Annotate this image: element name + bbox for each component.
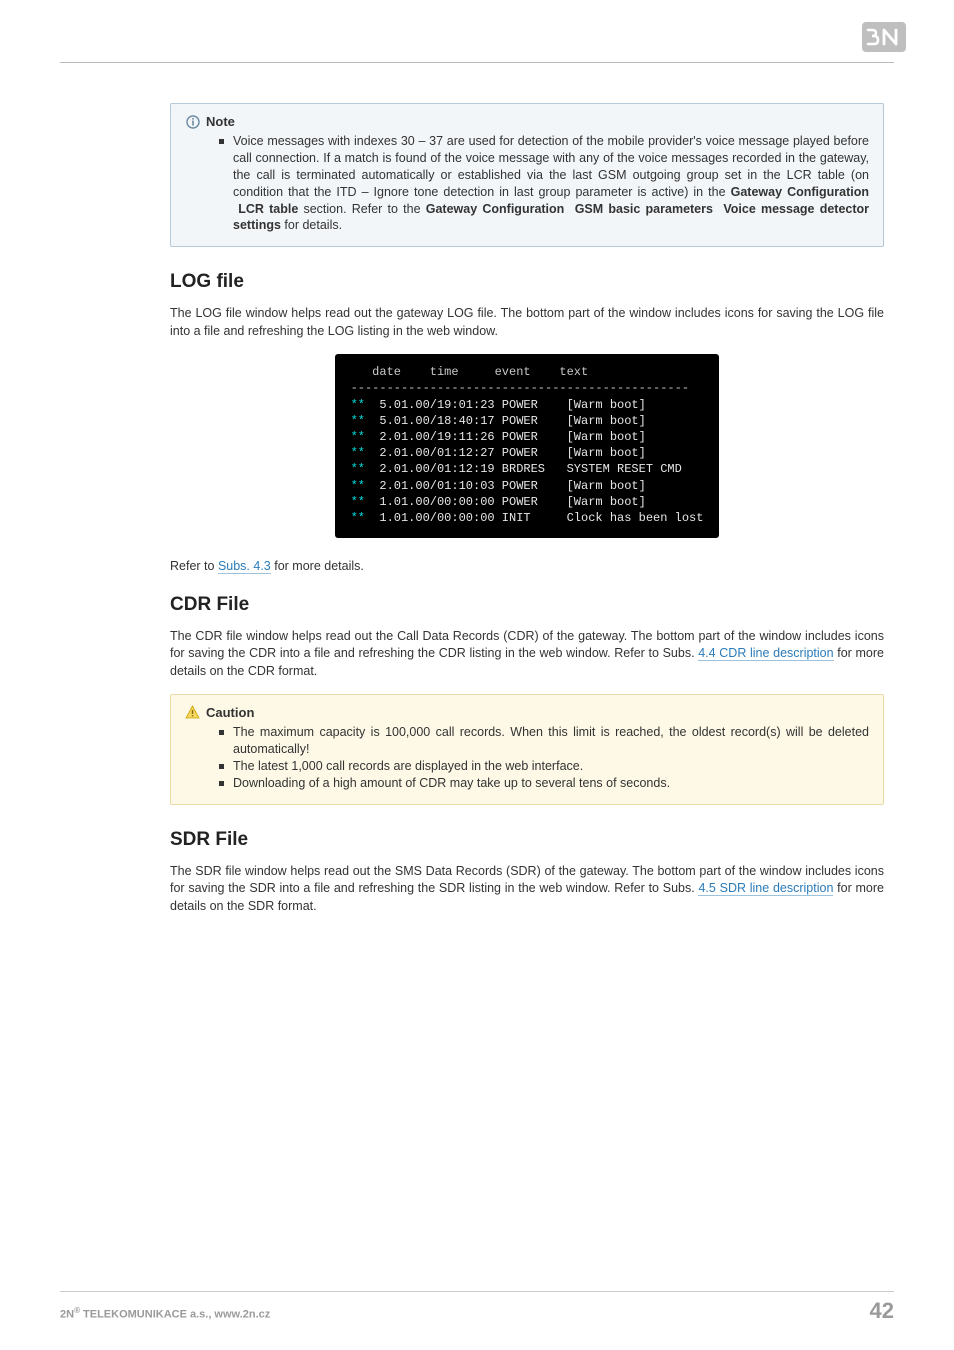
- caution-item: The latest 1,000 call records are displa…: [219, 758, 869, 775]
- heading-log-file: LOG file: [170, 271, 884, 293]
- link-subs-4-3[interactable]: Subs. 4.3: [218, 559, 271, 574]
- caution-title: Caution: [206, 705, 254, 720]
- link-sdr-desc[interactable]: 4.5 SDR line description: [698, 881, 833, 896]
- note-item: Voice messages with indexes 30 – 37 are …: [219, 133, 869, 234]
- caution-callout: Caution The maximum capacity is 100,000 …: [170, 694, 884, 805]
- warning-icon: [185, 705, 200, 720]
- note-callout: Note Voice messages with indexes 30 – 37…: [170, 103, 884, 247]
- caution-item: The maximum capacity is 100,000 call rec…: [219, 724, 869, 758]
- caution-list: The maximum capacity is 100,000 call rec…: [219, 724, 869, 792]
- paragraph-sdr: The SDR file window helps read out the S…: [170, 863, 884, 916]
- note-list: Voice messages with indexes 30 – 37 are …: [219, 133, 869, 234]
- refer-post: for more details.: [271, 559, 364, 573]
- page-footer: 2N® TELEKOMUNIKACE a.s., www.2n.cz 42: [60, 1291, 894, 1324]
- heading-cdr-file: CDR File: [170, 594, 884, 616]
- page-number: 42: [870, 1298, 894, 1324]
- info-icon: [185, 114, 200, 129]
- heading-sdr-file: SDR File: [170, 829, 884, 851]
- refer-log: Refer to Subs. 4.3 for more details.: [170, 558, 884, 576]
- paragraph-cdr: The CDR file window helps read out the C…: [170, 628, 884, 681]
- log-terminal: date time event text -------------------…: [335, 354, 720, 538]
- paragraph-log: The LOG file window helps read out the g…: [170, 305, 884, 340]
- note-title: Note: [206, 114, 235, 129]
- link-cdr-desc[interactable]: 4.4 CDR line description: [698, 646, 833, 661]
- footer-brand: 2N® TELEKOMUNIKACE a.s., www.2n.cz: [60, 1306, 270, 1321]
- header-divider: [60, 62, 894, 63]
- caution-item: Downloading of a high amount of CDR may …: [219, 775, 869, 792]
- brand-logo: [862, 22, 906, 57]
- refer-pre: Refer to: [170, 559, 218, 573]
